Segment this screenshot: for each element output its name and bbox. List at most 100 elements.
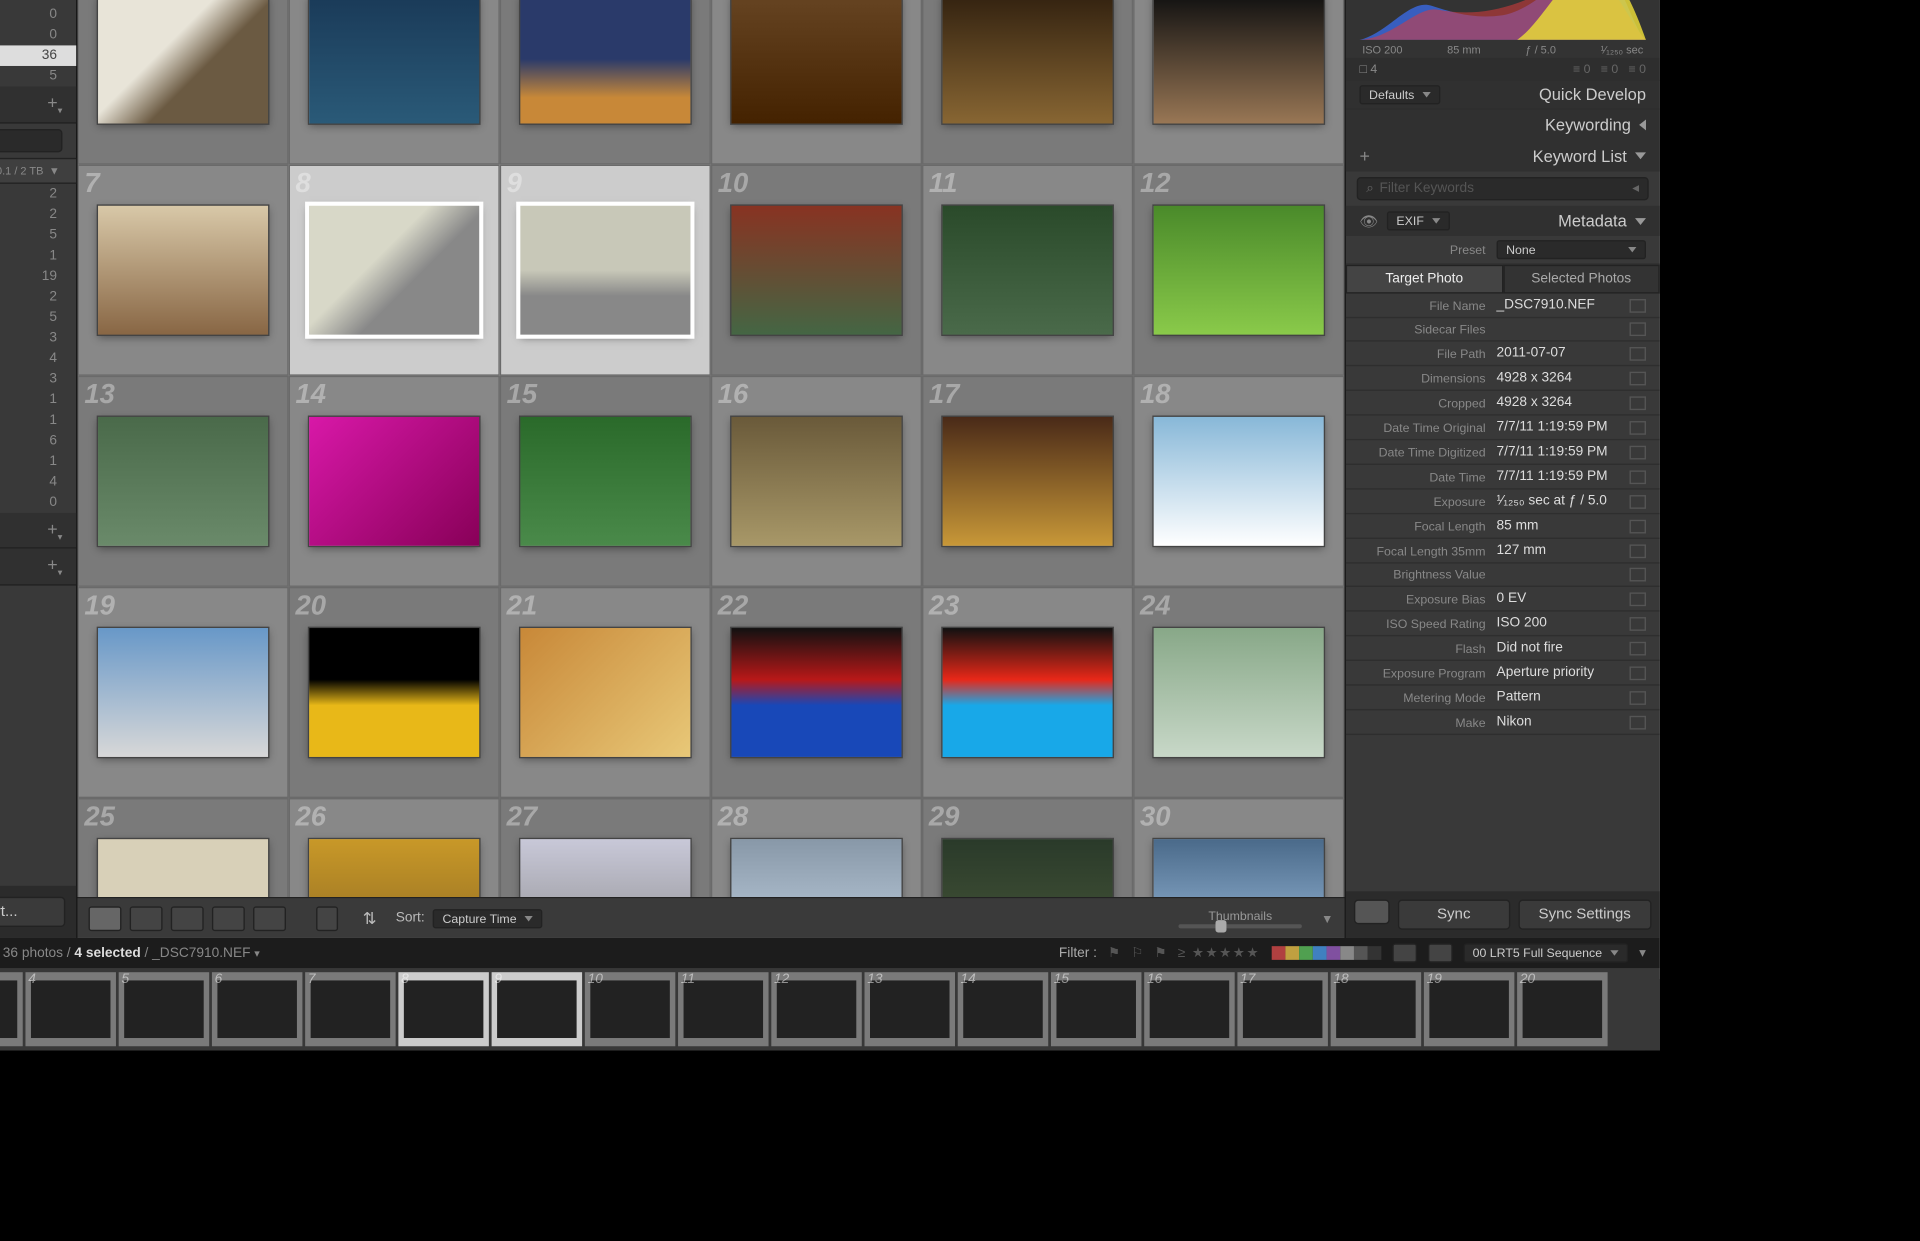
filmstrip-cell[interactable]: 20: [1517, 972, 1607, 1046]
grid-cell[interactable]: 17: [922, 376, 1133, 587]
catalog-row[interactable]: Quick Collection +0: [0, 25, 76, 46]
folder-row[interactable]: 20141: [0, 410, 76, 431]
metadata-action-icon[interactable]: [1630, 616, 1646, 630]
grid-cell[interactable]: 9: [500, 165, 711, 376]
grid-cell[interactable]: 6: [1133, 0, 1344, 165]
filmstrip-cell[interactable]: 10: [585, 972, 675, 1046]
metadata-action-icon[interactable]: [1630, 544, 1646, 558]
filmstrip[interactable]: 1234567891011121314151617181920: [0, 968, 1660, 1050]
grid-cell[interactable]: 4: [711, 0, 922, 165]
painter-tool-button[interactable]: [316, 906, 338, 931]
grid-cell[interactable]: 26: [289, 798, 500, 897]
folder-row[interactable]: 20092: [0, 183, 76, 204]
folder-row[interactable]: 20174: [0, 471, 76, 492]
catalog-row[interactable]: Previous Import36: [0, 45, 76, 66]
metadata-action-icon[interactable]: [1630, 346, 1646, 360]
sync-button[interactable]: Sync: [1398, 900, 1510, 930]
color-label-filter[interactable]: [1271, 946, 1381, 960]
catalog-row[interactable]: Added by Previous Export5: [0, 66, 76, 87]
filmstrip-cell[interactable]: 9: [492, 972, 582, 1046]
sort-select[interactable]: Capture Time: [433, 908, 543, 927]
grid-cell[interactable]: 5: [922, 0, 1133, 165]
folder-row[interactable]: 20161: [0, 451, 76, 472]
grid-cell[interactable]: 11: [922, 165, 1133, 376]
grid-cell[interactable]: 2: [289, 0, 500, 165]
grid-cell[interactable]: 15: [500, 376, 711, 587]
flag-picked-icon[interactable]: ⚑: [1108, 945, 1120, 960]
filmstrip-cell[interactable]: 3: [0, 972, 23, 1046]
filmstrip-cell[interactable]: 7: [305, 972, 395, 1046]
metadata-action-icon[interactable]: [1630, 298, 1646, 312]
filmstrip-cell[interactable]: 12: [771, 972, 861, 1046]
metadata-action-icon[interactable]: [1630, 592, 1646, 606]
tab-target-photo[interactable]: Target Photo: [1346, 265, 1503, 294]
filmstrip-cell[interactable]: 19: [1424, 972, 1514, 1046]
subfolder-row[interactable]: 2013-11-114: [0, 348, 76, 369]
metadata-action-icon[interactable]: [1630, 494, 1646, 508]
filmstrip-cell[interactable]: 13: [865, 972, 955, 1046]
quickdev-preset-select[interactable]: Defaults: [1359, 85, 1440, 104]
toolbar-menu-icon[interactable]: ▼: [1321, 911, 1333, 925]
grid-cell[interactable]: 28: [711, 798, 922, 897]
metadata-action-icon[interactable]: [1630, 715, 1646, 729]
grid-cell[interactable]: 18: [1133, 376, 1344, 587]
grid-cell[interactable]: 13: [78, 376, 289, 587]
metadata-preset-select[interactable]: None: [1497, 240, 1646, 259]
grid-cell[interactable]: 19: [78, 587, 289, 798]
keywording-header[interactable]: Keywording: [1346, 110, 1660, 140]
filter-toggle-2[interactable]: [1427, 943, 1452, 962]
grid-cell[interactable]: 1: [78, 0, 289, 165]
grid-cell[interactable]: 10: [711, 165, 922, 376]
grid-cell[interactable]: 14: [289, 376, 500, 587]
rating-filter[interactable]: ≥ ★★★★★: [1178, 945, 1260, 960]
sync-settings-button[interactable]: Sync Settings: [1518, 900, 1652, 930]
filter-toggle-1[interactable]: [1392, 943, 1417, 962]
metadata-action-icon[interactable]: [1630, 420, 1646, 434]
catalog-row[interactable]: All Synced Photographs0: [0, 4, 76, 25]
metadata-action-icon[interactable]: [1630, 568, 1646, 582]
metadata-action-icon[interactable]: [1630, 519, 1646, 533]
loupe-view-button[interactable]: [130, 906, 163, 931]
metadata-action-icon[interactable]: [1630, 690, 1646, 704]
metadata-view-select[interactable]: EXIF: [1387, 211, 1450, 230]
grid-view-button[interactable]: [89, 906, 122, 931]
filmstrip-cell[interactable]: 5: [119, 972, 209, 1046]
keyword-list-header[interactable]: + Keyword List: [1346, 140, 1660, 172]
subfolder-row[interactable]: 2013-08-122: [0, 286, 76, 307]
keyword-filter-input[interactable]: ⌕ Filter Keywords ◂: [1357, 177, 1649, 200]
grid-cell[interactable]: 25: [78, 798, 289, 897]
folder-row[interactable]: 20115: [0, 224, 76, 245]
thumbnail-size-slider[interactable]: [1179, 924, 1302, 928]
folder-row[interactable]: 201319: [0, 266, 76, 287]
folder-row[interactable]: 20121: [0, 245, 76, 266]
metadata-action-icon[interactable]: [1630, 641, 1646, 655]
filmstrip-cell[interactable]: 11: [678, 972, 768, 1046]
flag-unflagged-icon[interactable]: ⚐: [1131, 945, 1143, 960]
filmstrip-cell[interactable]: 14: [958, 972, 1048, 1046]
filmstrip-cell[interactable]: 16: [1144, 972, 1234, 1046]
subfolder-row[interactable]: 2013-08-183: [0, 327, 76, 348]
add-publish-icon[interactable]: +▾: [47, 554, 62, 578]
metadata-header[interactable]: 👁 EXIF Metadata: [1346, 206, 1660, 236]
grid-cell[interactable]: 30: [1133, 798, 1344, 897]
filmstrip-cell[interactable]: 17: [1237, 972, 1327, 1046]
grid-cell[interactable]: 7: [78, 165, 289, 376]
subfolder-row[interactable]: 2013-08-145: [0, 307, 76, 328]
tab-selected-photos[interactable]: Selected Photos: [1503, 265, 1660, 294]
folders-header[interactable]: Folders +▾: [0, 87, 76, 123]
subfolder-row[interactable]: 2013-11-123: [0, 368, 76, 389]
metadata-action-icon[interactable]: [1630, 666, 1646, 680]
thumbnail-grid[interactable]: 1234567891011121314151617181920212223242…: [78, 0, 1345, 897]
metadata-action-icon[interactable]: [1630, 322, 1646, 336]
grid-cell[interactable]: 8: [289, 165, 500, 376]
filmstrip-cell[interactable]: 4: [25, 972, 115, 1046]
compare-view-button[interactable]: [171, 906, 204, 931]
collections-header[interactable]: Collections +▾: [0, 512, 76, 548]
folders-filter-input[interactable]: ⌕ Filter Folders: [0, 128, 62, 151]
quick-develop-title[interactable]: Quick Develop: [1539, 85, 1646, 104]
metadata-action-icon[interactable]: [1630, 445, 1646, 459]
chevron-down-icon[interactable]: ▼: [49, 164, 60, 176]
add-folder-icon[interactable]: +▾: [47, 92, 62, 116]
auto-sync-toggle[interactable]: [1354, 900, 1390, 925]
filmstrip-cell[interactable]: 8: [398, 972, 488, 1046]
